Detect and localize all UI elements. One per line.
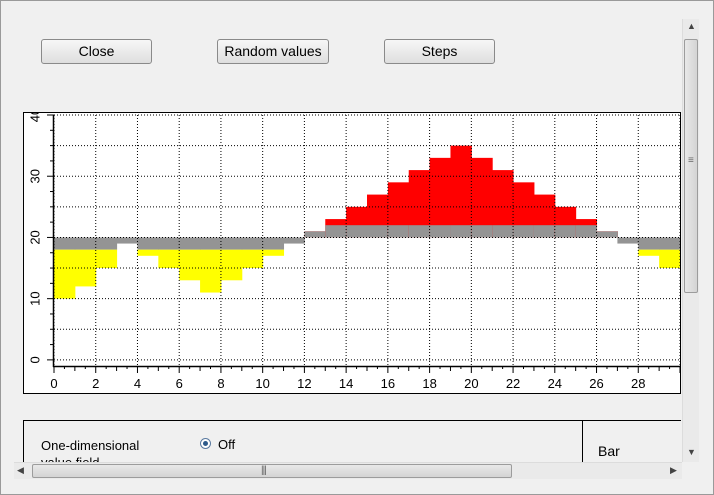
bar-base <box>554 225 577 238</box>
bar-below <box>95 249 118 269</box>
bar-chart: 0 2 4 6 8 10 12 14 16 18 20 22 24 26 28 0 10 20 30 40 <box>23 108 681 394</box>
app-window: Close Random values Steps 0 2 4 6 8 10 12 14 16 1… <box>0 0 714 495</box>
bar-below <box>137 249 159 256</box>
random-values-button[interactable]: Random values <box>217 39 329 64</box>
bar-below <box>638 249 660 256</box>
panel-divider <box>582 421 583 464</box>
bar-below <box>241 249 264 269</box>
bar-base <box>74 237 97 250</box>
bar-base <box>638 237 660 250</box>
bar-base <box>513 225 535 238</box>
scroll-down-icon[interactable]: ▼ <box>687 447 696 457</box>
bar-base <box>325 225 347 238</box>
bar-below <box>54 249 76 299</box>
bar-base <box>533 225 556 238</box>
x-tick-label: 16 <box>381 376 395 391</box>
bar-base <box>137 237 159 250</box>
bar-base <box>471 225 493 238</box>
settings-panel: One-dimensional value field Off Bar <box>23 420 681 464</box>
bar-base <box>262 237 285 250</box>
x-tick-label: 24 <box>548 376 562 391</box>
bar-below <box>220 249 243 281</box>
x-tick-label: 28 <box>631 376 645 391</box>
y-tick-label: 40 <box>27 113 42 122</box>
close-button[interactable]: Close <box>41 39 152 64</box>
x-tick-label: 26 <box>589 376 603 391</box>
bar-base <box>304 231 326 238</box>
bar-base <box>450 225 472 238</box>
bar-base <box>283 237 305 244</box>
bar-base <box>408 225 431 238</box>
x-tick-label: 14 <box>339 376 353 391</box>
scroll-up-icon[interactable]: ▲ <box>687 21 696 31</box>
bar-base <box>158 237 180 250</box>
x-tick-label: 18 <box>422 376 436 391</box>
field-label: One-dimensional value field <box>41 438 140 464</box>
bar-base <box>179 237 201 250</box>
scroll-right-icon[interactable]: ▶ <box>670 465 677 476</box>
horizontal-scrollbar[interactable]: ◀ ||| ▶ <box>14 462 682 479</box>
off-radio-label[interactable]: Off <box>218 437 235 452</box>
bar-base <box>429 225 451 238</box>
bar-base <box>95 237 118 250</box>
off-radio-button[interactable] <box>200 438 211 449</box>
y-tick-label: 20 <box>27 230 42 244</box>
bar-base <box>367 225 389 238</box>
x-tick-label: 8 <box>217 376 224 391</box>
vertical-scrollbar[interactable]: ▲ ≡ ▼ <box>682 19 699 462</box>
bar-base <box>575 225 598 238</box>
chart-canvas: 0 2 4 6 8 10 12 14 16 18 20 22 24 26 28010203040 <box>27 108 681 391</box>
y-tick-label: 0 <box>27 356 42 363</box>
vertical-scroll-thumb[interactable]: ≡ <box>684 39 698 293</box>
x-tick-label: 10 <box>255 376 269 391</box>
bar-base <box>492 225 514 238</box>
x-tick-label: 20 <box>464 376 478 391</box>
bar-below <box>158 249 180 269</box>
scroll-left-icon[interactable]: ◀ <box>17 465 24 476</box>
bar-base <box>659 237 681 250</box>
bar-base <box>387 225 410 238</box>
bar-below <box>659 249 681 269</box>
bar-base <box>241 237 264 250</box>
x-tick-label: 2 <box>92 376 99 391</box>
bar-base <box>220 237 243 250</box>
bar-base <box>617 237 639 244</box>
bar-base <box>596 231 618 238</box>
grip-icon: ≡ <box>688 155 694 166</box>
y-tick-label: 30 <box>27 169 42 183</box>
x-tick-label: 6 <box>176 376 183 391</box>
bar-base <box>346 225 368 238</box>
x-tick-label: 12 <box>297 376 311 391</box>
bar-base <box>116 237 138 244</box>
y-tick-label: 10 <box>27 291 42 305</box>
grip-icon: ||| <box>261 465 267 476</box>
bar-base <box>54 237 76 250</box>
steps-button[interactable]: Steps <box>384 39 495 64</box>
x-tick-label: 4 <box>134 376 141 391</box>
bar-base <box>200 237 222 250</box>
x-tick-label: 22 <box>506 376 520 391</box>
horizontal-scroll-thumb[interactable]: ||| <box>32 464 512 478</box>
bar-above <box>450 145 472 238</box>
x-tick-label: 0 <box>50 376 57 391</box>
bar-type-label: Bar <box>598 443 620 459</box>
bar-below <box>200 249 222 293</box>
bar-below <box>262 249 285 256</box>
bar-below <box>179 249 201 281</box>
